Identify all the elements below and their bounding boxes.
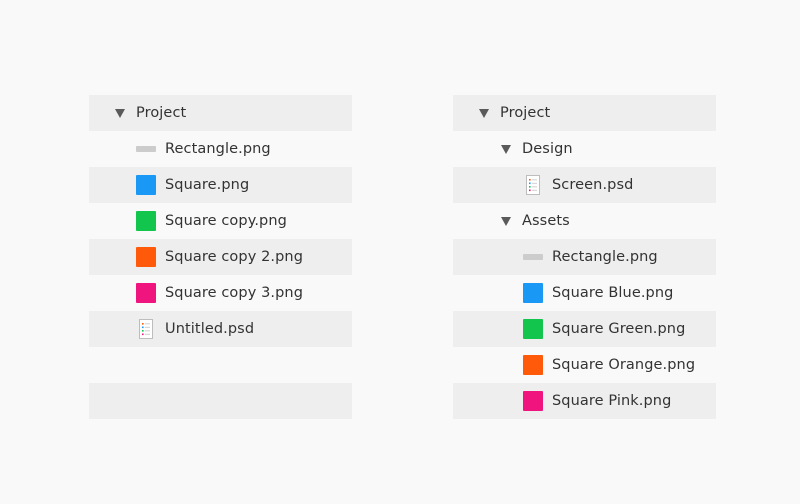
blue-square-icon — [523, 283, 543, 303]
tree-file-rectangle[interactable]: Rectangle.png — [89, 131, 352, 167]
tree-file-untitled-psd[interactable]: Untitled.psd — [89, 311, 352, 347]
green-square-icon — [136, 211, 156, 231]
psd-document-icon — [523, 175, 543, 195]
orange-square-icon — [136, 247, 156, 267]
project-tree-flat: Project Rectangle.png Square.png Square … — [89, 95, 352, 419]
file-label: Screen.psd — [552, 176, 634, 193]
project-tree-nested: Project Design Screen.psd Assets Rectang… — [453, 95, 716, 419]
tree-file-square-blue[interactable]: Square Blue.png — [453, 275, 716, 311]
folder-label: Project — [136, 104, 187, 121]
psd-document-icon — [136, 319, 156, 339]
caret-down-icon[interactable] — [479, 108, 489, 118]
caret-down-icon[interactable] — [115, 108, 125, 118]
file-label: Square.png — [165, 176, 250, 193]
file-label: Square Pink.png — [552, 392, 672, 409]
file-label: Square copy 3.png — [165, 284, 304, 301]
file-label: Rectangle.png — [552, 248, 658, 265]
tree-folder-project[interactable]: Project — [453, 95, 716, 131]
file-label: Square copy.png — [165, 212, 287, 229]
folder-label: Project — [500, 104, 551, 121]
tree-empty-row — [89, 347, 352, 383]
tree-file-square-copy-3[interactable]: Square copy 3.png — [89, 275, 352, 311]
caret-down-icon[interactable] — [501, 216, 511, 226]
tree-folder-design[interactable]: Design — [453, 131, 716, 167]
tree-empty-row — [89, 383, 352, 419]
tree-file-rectangle[interactable]: Rectangle.png — [453, 239, 716, 275]
green-square-icon — [523, 319, 543, 339]
file-label: Square Blue.png — [552, 284, 674, 301]
tree-file-square-orange[interactable]: Square Orange.png — [453, 347, 716, 383]
tree-file-square-copy[interactable]: Square copy.png — [89, 203, 352, 239]
orange-square-icon — [523, 355, 543, 375]
tree-folder-project[interactable]: Project — [89, 95, 352, 131]
file-label: Untitled.psd — [165, 320, 255, 337]
tree-file-square-copy-2[interactable]: Square copy 2.png — [89, 239, 352, 275]
file-label: Square Orange.png — [552, 356, 696, 373]
file-label: Rectangle.png — [165, 140, 271, 157]
tree-file-square-pink[interactable]: Square Pink.png — [453, 383, 716, 419]
canvas: Project Rectangle.png Square.png Square … — [0, 0, 800, 504]
file-label: Square copy 2.png — [165, 248, 304, 265]
tree-folder-assets[interactable]: Assets — [453, 203, 716, 239]
pink-square-icon — [523, 391, 543, 411]
caret-down-icon[interactable] — [501, 144, 511, 154]
folder-label: Design — [522, 140, 573, 157]
tree-file-square-green[interactable]: Square Green.png — [453, 311, 716, 347]
folder-label: Assets — [522, 212, 570, 229]
rectangle-icon — [523, 247, 543, 267]
tree-file-square[interactable]: Square.png — [89, 167, 352, 203]
blue-square-icon — [136, 175, 156, 195]
pink-square-icon — [136, 283, 156, 303]
rectangle-icon — [136, 139, 156, 159]
tree-file-screen-psd[interactable]: Screen.psd — [453, 167, 716, 203]
file-label: Square Green.png — [552, 320, 686, 337]
